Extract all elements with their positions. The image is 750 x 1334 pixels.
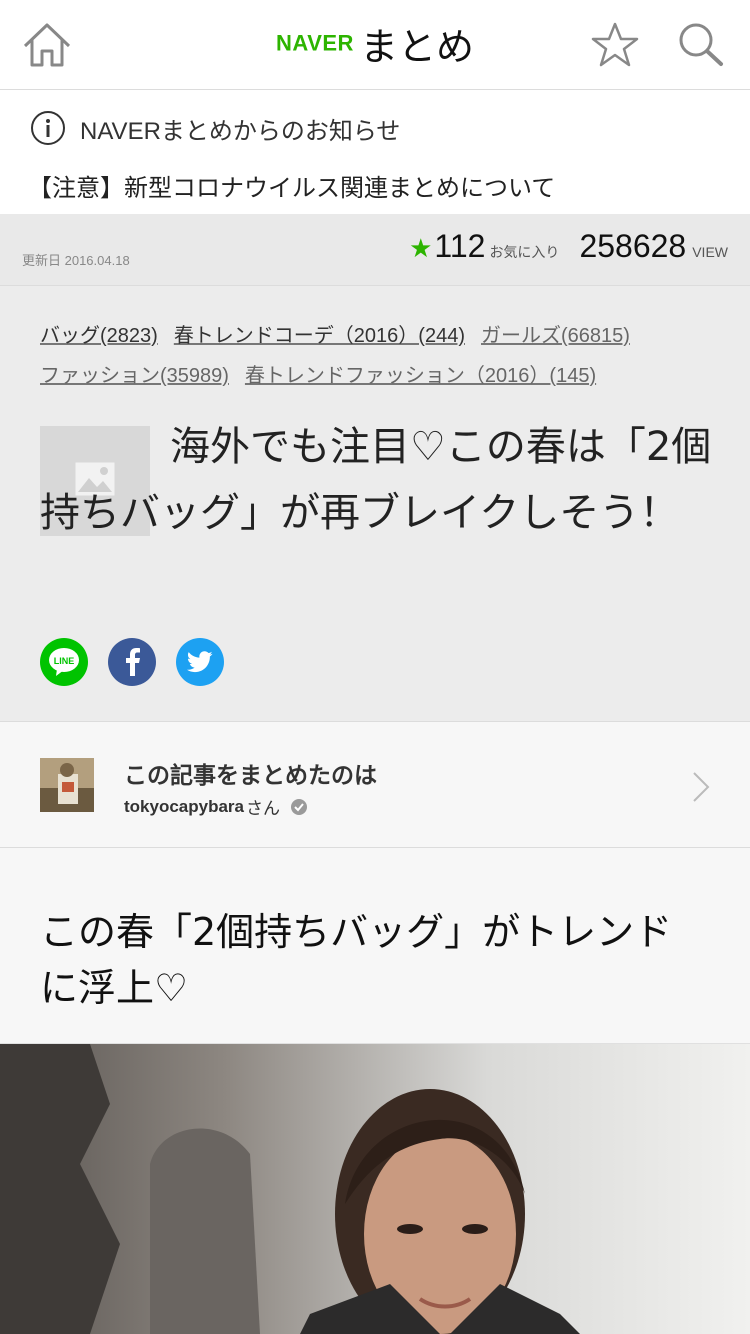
- section-header: この春「2個持ちバッグ」がトレンドに浮上♡: [0, 848, 750, 1044]
- portrait-photo: [0, 1044, 750, 1334]
- article-photo: [0, 1044, 750, 1334]
- app-header: NAVER まとめ: [0, 0, 750, 90]
- facebook-icon: [126, 648, 140, 676]
- twitter-icon: [187, 651, 213, 673]
- article-title: 海外でも注目♡この春は「2個持ちバッグ」が再ブレイクしそう！: [40, 424, 712, 536]
- verified-icon: [291, 798, 307, 815]
- view-label: VIEW: [692, 244, 728, 260]
- view-count: 258628: [579, 228, 687, 264]
- stat-counters: ★ 112 お気に入り 258628 VIEW: [409, 228, 728, 265]
- stats-bar: 更新日 2016.04.18 ★ 112 お気に入り 258628 VIEW: [0, 214, 750, 286]
- line-share-button[interactable]: LINE: [40, 638, 88, 686]
- tag-link[interactable]: 春トレンドコーデ（2016）(244): [174, 325, 465, 347]
- notice-panel: NAVERまとめからのお知らせ 【注意】新型コロナウイルス関連まとめについて: [0, 90, 750, 214]
- favorite-button[interactable]: [590, 20, 640, 70]
- favorite-label: お気に入り: [489, 244, 560, 260]
- tag-link[interactable]: バッグ(2823): [40, 325, 158, 347]
- favorite-star-icon: ★: [409, 233, 433, 263]
- share-buttons: LINE: [40, 638, 224, 686]
- line-icon: LINE: [49, 648, 79, 676]
- logo-brand: NAVER: [276, 30, 354, 56]
- notice-header: NAVERまとめからのお知らせ: [30, 110, 400, 146]
- author-name: tokyocapybara: [124, 796, 244, 816]
- twitter-share-button[interactable]: [176, 638, 224, 686]
- avatar: [40, 758, 94, 812]
- author-suffix: さん: [246, 799, 280, 818]
- notice-title: NAVERまとめからのお知らせ: [80, 117, 401, 145]
- tag-list: バッグ(2823) 春トレンドコーデ（2016）(244) ガールズ(66815) …: [40, 316, 720, 396]
- avatar-image: [40, 758, 94, 812]
- author-heading: この記事をまとめたのは: [124, 762, 377, 788]
- tag-link[interactable]: ファッション(35989): [40, 365, 229, 387]
- facebook-share-button[interactable]: [108, 638, 156, 686]
- updated-date: 更新日 2016.04.18: [22, 253, 130, 268]
- author-row[interactable]: この記事をまとめたのは tokyocapybara さん: [0, 722, 750, 848]
- chevron-right-icon: [693, 772, 710, 802]
- author-name-line: tokyocapybara さん: [124, 794, 308, 819]
- notice-link[interactable]: 【注意】新型コロナウイルス関連まとめについて: [28, 168, 555, 203]
- logo-text: まとめ: [359, 25, 474, 69]
- tag-link[interactable]: 春トレンドファッション（2016）(145): [245, 365, 596, 387]
- line-icon-label: LINE: [54, 656, 75, 666]
- tag-link[interactable]: ガールズ(66815): [481, 325, 630, 347]
- favorite-count: 112: [434, 228, 486, 264]
- article-header: バッグ(2823) 春トレンドコーデ（2016）(244) ガールズ(66815) …: [0, 286, 750, 722]
- star-icon: [591, 22, 639, 67]
- section-heading: この春「2個持ちバッグ」がトレンドに浮上♡: [40, 910, 673, 1010]
- search-icon: [679, 23, 723, 66]
- search-button[interactable]: [676, 20, 726, 70]
- info-icon: [31, 111, 65, 145]
